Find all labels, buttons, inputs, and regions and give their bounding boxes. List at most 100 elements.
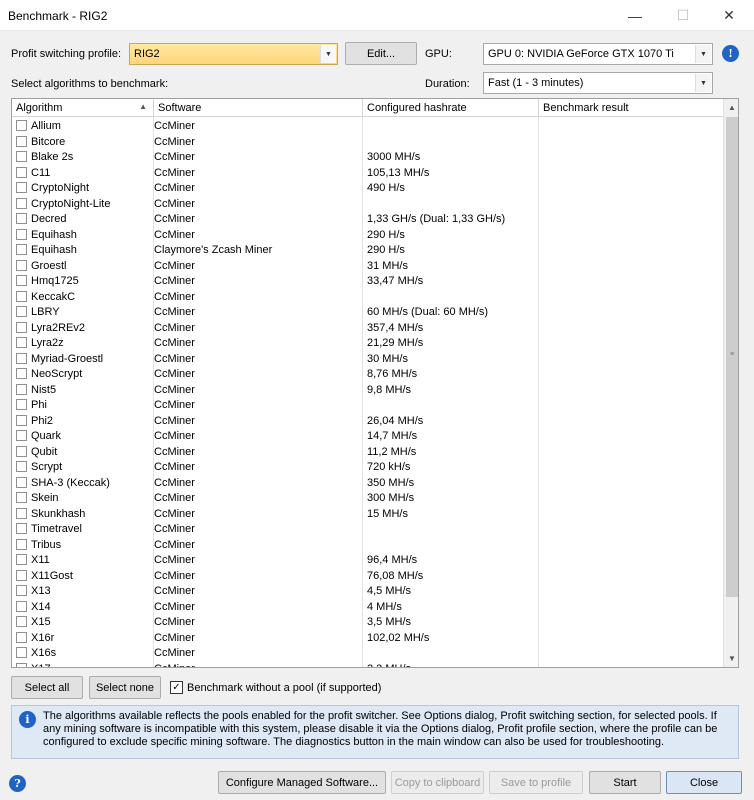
profile-dropdown[interactable]: RIG2 ▼ (129, 43, 338, 65)
algorithm-checkbox[interactable] (16, 197, 27, 209)
algorithm-checkbox[interactable] (16, 120, 27, 131)
table-row[interactable]: Phi CcMiner (12, 397, 723, 413)
algorithm-cell[interactable]: Skunkhash (16, 506, 152, 522)
algorithm-cell[interactable]: Myriad-Groestl (16, 351, 152, 367)
algorithm-checkbox[interactable] (16, 476, 27, 488)
algorithm-cell[interactable]: X16s (16, 645, 152, 661)
algorithm-cell[interactable]: Blake 2s (16, 149, 152, 165)
algorithm-checkbox[interactable] (16, 538, 27, 550)
configure-managed-software-button[interactable]: Configure Managed Software... (218, 771, 386, 794)
algorithm-cell[interactable]: Phi (16, 397, 152, 413)
scroll-down-icon[interactable]: ▼ (724, 650, 738, 667)
algorithm-checkbox[interactable] (16, 554, 27, 565)
start-button[interactable]: Start (589, 771, 661, 794)
algorithm-cell[interactable]: Timetravel (16, 521, 152, 537)
close-button[interactable]: Close (666, 771, 742, 794)
minimize-button[interactable]: — (612, 0, 658, 31)
algorithm-cell[interactable]: Hmq1725 (16, 273, 152, 289)
algorithm-checkbox[interactable] (16, 430, 27, 441)
close-window-button[interactable]: ✕ (706, 0, 752, 31)
duration-dropdown[interactable]: Fast (1 - 3 minutes) ▼ (483, 72, 713, 94)
algorithm-checkbox[interactable] (16, 352, 27, 364)
table-row[interactable]: Nist5 CcMiner 9,8 MH/s (12, 382, 723, 398)
benchmark-without-pool-checkbox[interactable]: ✓ (170, 681, 183, 694)
algorithm-cell[interactable]: KeccakC (16, 289, 152, 305)
header-benchmark-result[interactable]: Benchmark result (539, 99, 723, 117)
table-row[interactable]: X16r CcMiner 102,02 MH/s (12, 630, 723, 646)
algorithm-cell[interactable]: Equihash (16, 227, 152, 243)
algorithm-checkbox[interactable] (16, 368, 27, 379)
algorithm-cell[interactable]: Decred (16, 211, 152, 227)
algorithm-checkbox[interactable] (16, 399, 27, 410)
algorithm-cell[interactable]: Scrypt (16, 459, 152, 475)
select-all-button[interactable]: Select all (11, 676, 83, 699)
table-row[interactable]: X11 CcMiner 96,4 MH/s (12, 552, 723, 568)
table-row[interactable]: X17 CcMiner 2,2 MH/s (12, 661, 723, 667)
algorithm-checkbox[interactable] (16, 414, 27, 426)
algorithm-cell[interactable]: X16r (16, 630, 152, 646)
scroll-up-icon[interactable]: ▲ (724, 99, 738, 116)
algorithm-cell[interactable]: Phi2 (16, 413, 152, 429)
algorithm-cell[interactable]: CryptoNight (16, 180, 152, 196)
algorithm-checkbox[interactable] (16, 135, 27, 147)
algorithm-checkbox[interactable] (16, 213, 27, 224)
algorithm-checkbox[interactable] (16, 492, 27, 503)
table-row[interactable]: Allium CcMiner (12, 118, 723, 134)
table-row[interactable]: Equihash CcMiner 290 H/s (12, 227, 723, 243)
table-row[interactable]: Skunkhash CcMiner 15 MH/s (12, 506, 723, 522)
algorithm-cell[interactable]: Groestl (16, 258, 152, 274)
table-row[interactable]: Qubit CcMiner 11,2 MH/s (12, 444, 723, 460)
algorithm-cell[interactable]: X14 (16, 599, 152, 615)
algorithm-checkbox[interactable] (16, 383, 27, 395)
table-row[interactable]: Quark CcMiner 14,7 MH/s (12, 428, 723, 444)
algorithm-checkbox[interactable] (16, 259, 27, 271)
gpu-info-icon[interactable]: ! (722, 45, 739, 62)
algorithm-checkbox[interactable] (16, 461, 27, 472)
algorithm-cell[interactable]: Tribus (16, 537, 152, 553)
benchmark-without-pool-label[interactable]: Benchmark without a pool (if supported) (187, 682, 381, 694)
algorithm-checkbox[interactable] (16, 151, 27, 162)
table-row[interactable]: X16s CcMiner (12, 645, 723, 661)
save-to-profile-button[interactable]: Save to profile (489, 771, 583, 794)
algorithm-checkbox[interactable] (16, 631, 27, 643)
algorithm-cell[interactable]: LBRY (16, 304, 152, 320)
algorithm-cell[interactable]: Skein (16, 490, 152, 506)
table-row[interactable]: Lyra2REv2 CcMiner 357,4 MH/s (12, 320, 723, 336)
table-row[interactable]: Scrypt CcMiner 720 kH/s (12, 459, 723, 475)
algorithm-checkbox[interactable] (16, 290, 27, 302)
table-row[interactable]: C11 CcMiner 105,13 MH/s (12, 165, 723, 181)
algorithm-cell[interactable]: Bitcore (16, 134, 152, 150)
algorithm-checkbox[interactable] (16, 337, 27, 348)
algorithm-checkbox[interactable] (16, 600, 27, 612)
table-row[interactable]: Myriad-Groestl CcMiner 30 MH/s (12, 351, 723, 367)
algorithm-cell[interactable]: Equihash (16, 242, 152, 258)
algorithm-cell[interactable]: C11 (16, 165, 152, 181)
algorithm-cell[interactable]: SHA-3 (Keccak) (16, 475, 152, 491)
help-icon[interactable]: ? (9, 775, 26, 792)
gpu-dropdown[interactable]: GPU 0: NVIDIA GeForce GTX 1070 Ti ▼ (483, 43, 713, 65)
select-none-button[interactable]: Select none (89, 676, 161, 699)
algorithm-checkbox[interactable] (16, 507, 27, 519)
table-row[interactable]: CryptoNight-Lite CcMiner (12, 196, 723, 212)
algorithm-cell[interactable]: Lyra2z (16, 335, 152, 351)
table-row[interactable]: CryptoNight CcMiner 490 H/s (12, 180, 723, 196)
algorithm-cell[interactable]: Nist5 (16, 382, 152, 398)
algorithm-cell[interactable]: Lyra2REv2 (16, 320, 152, 336)
algorithm-checkbox[interactable] (16, 244, 27, 255)
table-row[interactable]: Equihash Claymore's Zcash Miner 290 H/s (12, 242, 723, 258)
header-configured-hashrate[interactable]: Configured hashrate (363, 99, 539, 117)
algorithm-cell[interactable]: Allium (16, 118, 152, 134)
edit-profile-button[interactable]: Edit... (345, 42, 417, 65)
table-row[interactable]: Lyra2z CcMiner 21,29 MH/s (12, 335, 723, 351)
table-row[interactable]: X14 CcMiner 4 MH/s (12, 599, 723, 615)
algorithm-cell[interactable]: X17 (16, 661, 152, 667)
algorithm-table[interactable]: Algorithm ▲ Software Configured hashrate … (11, 98, 739, 668)
maximize-button[interactable]: ☐ (660, 0, 706, 31)
algorithm-checkbox[interactable] (16, 523, 27, 534)
table-row[interactable]: Hmq1725 CcMiner 33,47 MH/s (12, 273, 723, 289)
table-row[interactable]: X13 CcMiner 4,5 MH/s (12, 583, 723, 599)
algorithm-checkbox[interactable] (16, 228, 27, 240)
algorithm-checkbox[interactable] (16, 647, 27, 658)
table-row[interactable]: Bitcore CcMiner (12, 134, 723, 150)
table-row[interactable]: Skein CcMiner 300 MH/s (12, 490, 723, 506)
